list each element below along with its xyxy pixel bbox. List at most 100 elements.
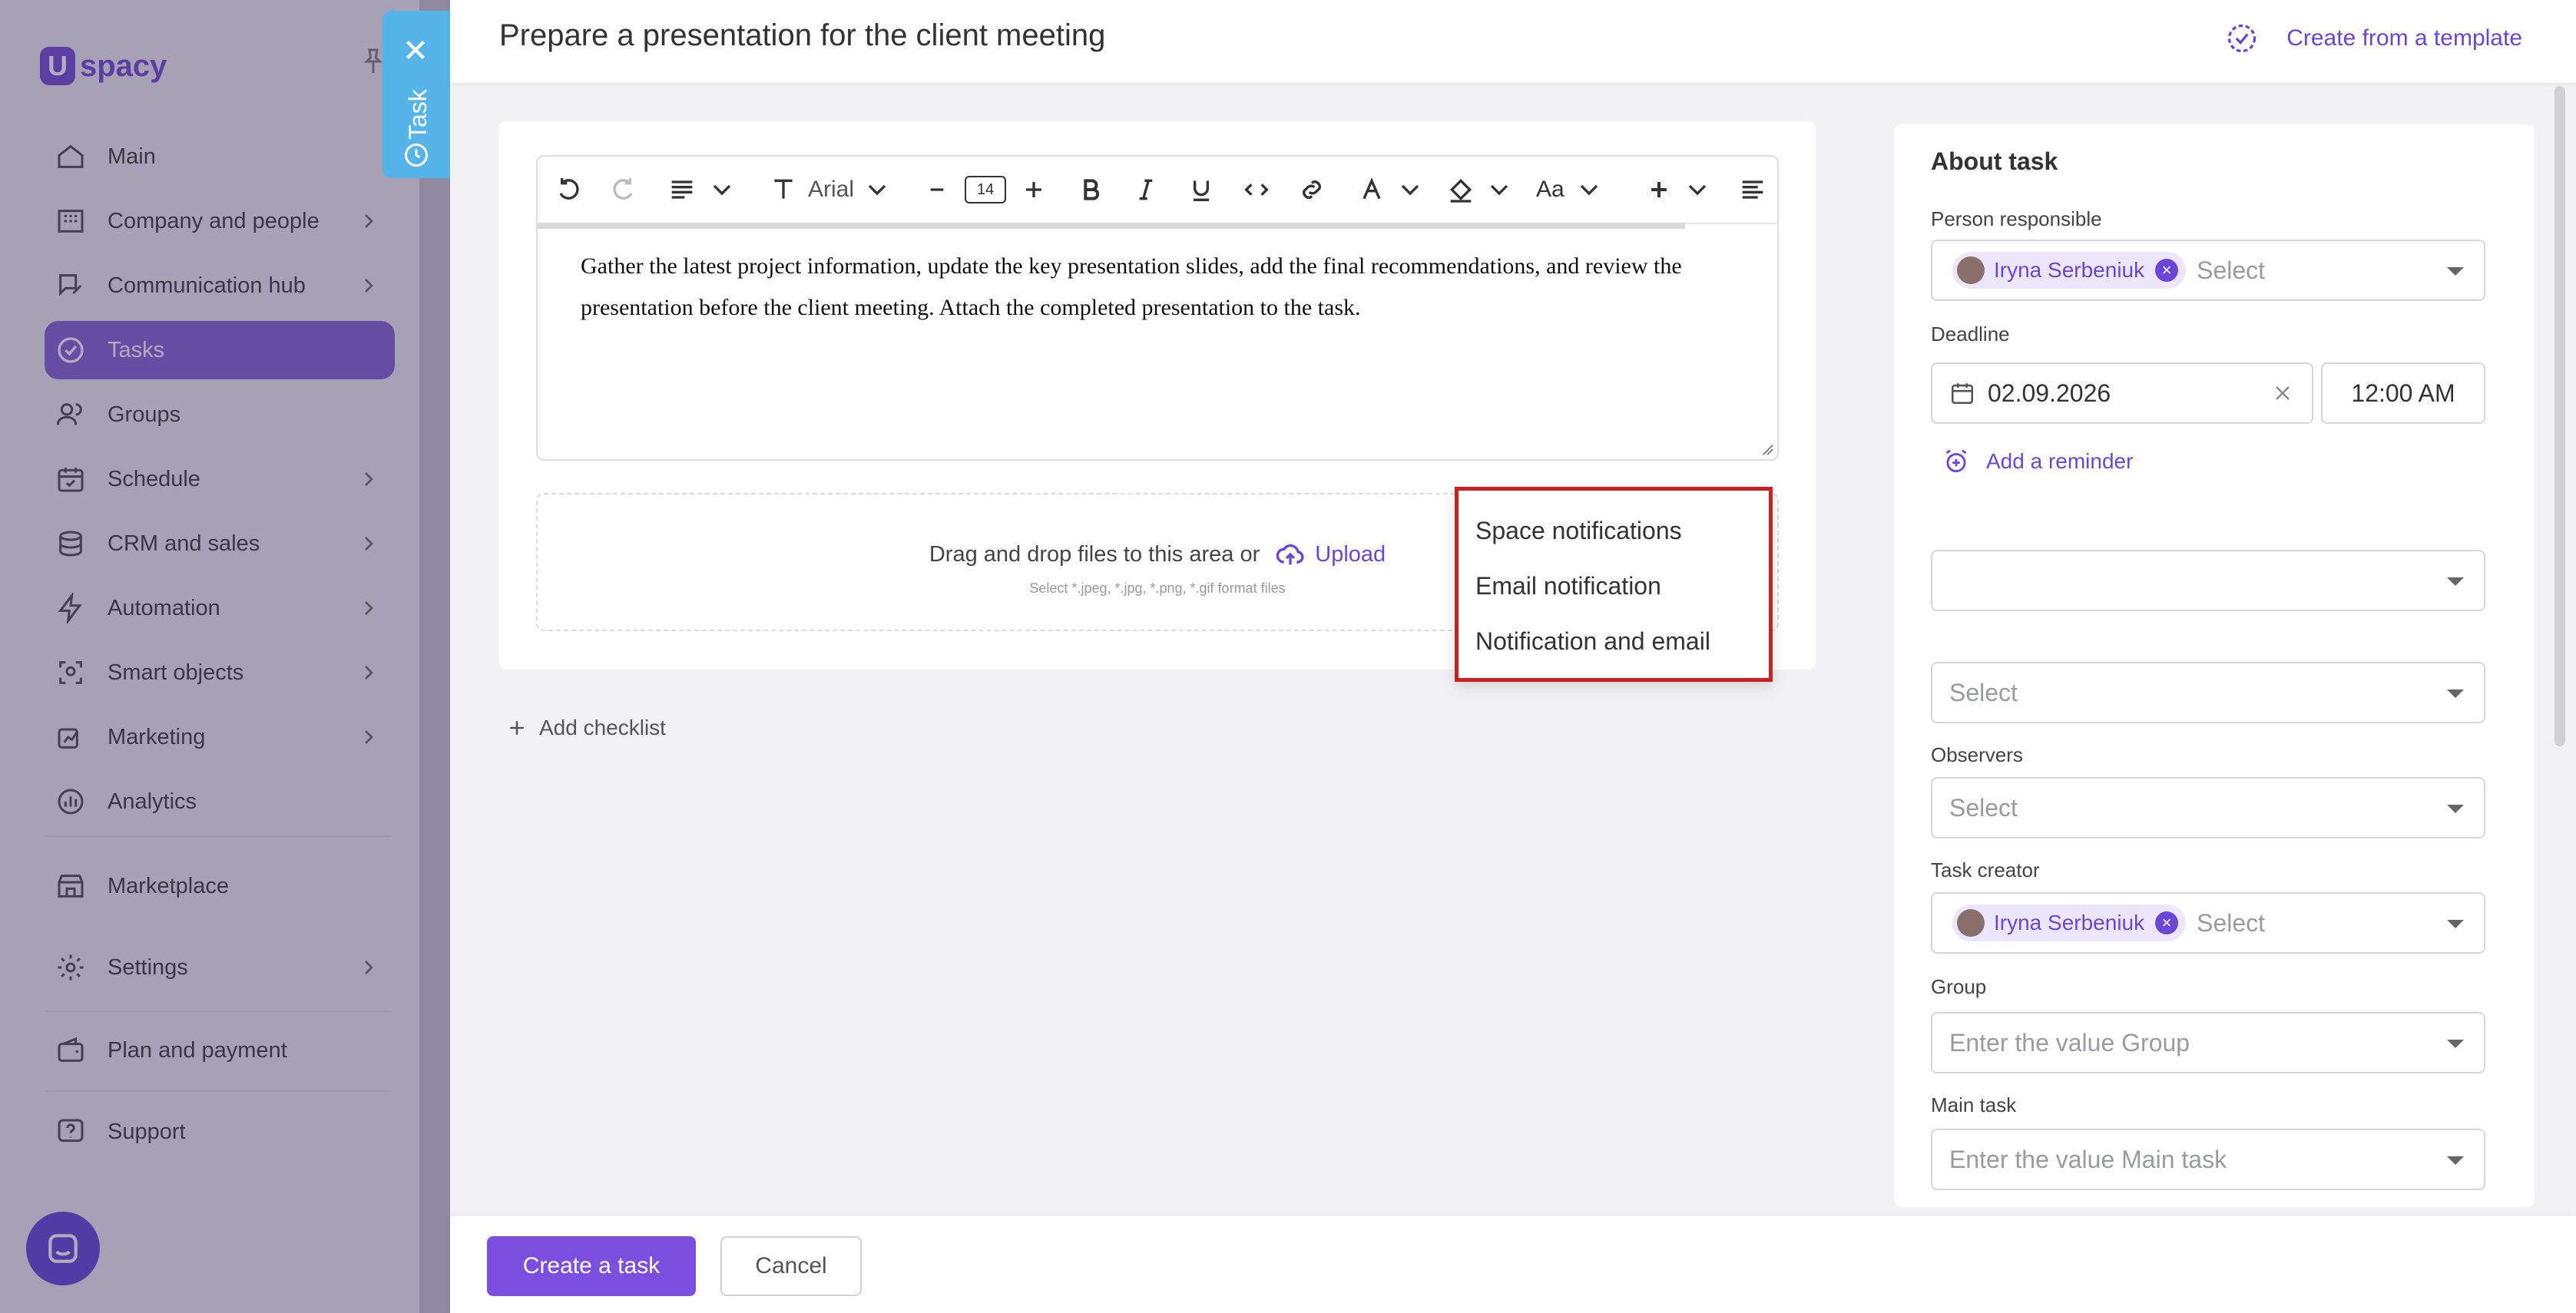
bold-button[interactable]	[1075, 172, 1106, 207]
caret-down-icon	[2447, 267, 2464, 276]
italic-button[interactable]	[1131, 172, 1161, 207]
caret-down-icon	[2447, 805, 2464, 813]
caret-down-icon	[2447, 690, 2464, 698]
caret-down-icon	[2447, 1156, 2464, 1165]
deadline-date-input[interactable]: 02.09.2026	[1931, 362, 2313, 424]
panel-footer: Create a task Cancel	[450, 1216, 2576, 1313]
additional-select[interactable]: Select	[1931, 662, 2485, 723]
text-color-dropdown[interactable]	[1356, 172, 1425, 207]
text-case-dropdown[interactable]: Aa	[1536, 172, 1604, 207]
cancel-button[interactable]: Cancel	[720, 1236, 862, 1296]
underline-button[interactable]	[1186, 172, 1217, 207]
align-dropdown[interactable]	[667, 172, 737, 207]
font-family-dropdown[interactable]: Arial	[768, 172, 892, 207]
group-select[interactable]: Enter the value Group	[1931, 1012, 2485, 1073]
user-chip: Iryna Serbeniuk ×	[1952, 905, 2187, 941]
chevron-down-icon	[713, 184, 731, 196]
upload-label: Upload	[1315, 541, 1386, 567]
avatar	[1957, 909, 1985, 937]
italic-icon	[1139, 179, 1153, 200]
redo-icon	[613, 178, 633, 200]
group-placeholder: Enter the value Group	[1949, 1028, 2190, 1057]
add-checklist-button[interactable]: Add checklist	[505, 716, 666, 740]
bold-icon	[1084, 179, 1100, 200]
rich-text-editor: Arial 14 Aa Gather the latest project in…	[536, 155, 1779, 461]
remove-user-icon[interactable]: ×	[2155, 911, 2179, 934]
highlight-color-dropdown[interactable]	[1445, 172, 1515, 207]
description-text[interactable]: Gather the latest project information, u…	[581, 246, 1733, 329]
clear-icon[interactable]	[2270, 381, 2295, 405]
paint-bucket-icon	[1449, 178, 1472, 203]
group-label: Group	[1931, 975, 1987, 998]
caret-down-icon	[2447, 577, 2464, 586]
panel-header: Prepare a presentation for the client me…	[450, 0, 2576, 83]
task-creator-label: Task creator	[1931, 858, 2040, 881]
select-placeholder: Select	[1949, 793, 2018, 822]
chevron-down-icon	[1490, 184, 1508, 196]
font-size-value: 14	[965, 176, 1006, 203]
observers-select[interactable]: Select	[1931, 777, 2485, 838]
about-task-card: About task Person responsible Iryna Serb…	[1894, 124, 2535, 1207]
font-family-value: Arial	[808, 177, 855, 202]
link-icon	[1303, 180, 1321, 199]
close-icon[interactable]	[399, 34, 432, 66]
redo-button[interactable]	[608, 172, 639, 207]
main-task-placeholder: Enter the value Main task	[1949, 1145, 2227, 1173]
upload-link[interactable]: Upload	[1275, 539, 1386, 570]
user-chip: Iryna Serbeniuk ×	[1952, 252, 2187, 289]
deadline-label: Deadline	[1931, 322, 2010, 346]
task-side-tab[interactable]: Task	[382, 11, 450, 178]
create-task-button[interactable]: Create a task	[487, 1236, 696, 1296]
plus-icon	[1651, 182, 1667, 197]
add-reminder-button[interactable]: Add a reminder	[1942, 447, 2133, 476]
align-left-icon	[1742, 180, 1763, 199]
font-size-increase-button[interactable]	[1018, 172, 1049, 207]
resize-handle-icon[interactable]	[1760, 442, 1774, 456]
link-button[interactable]	[1296, 172, 1327, 207]
font-size-decrease-button[interactable]	[922, 172, 952, 207]
main-task-label: Main task	[1931, 1093, 2017, 1116]
select-placeholder: Select	[1949, 678, 2018, 706]
backdrop-edge	[419, 0, 450, 1313]
user-chip-name: Iryna Serbeniuk	[1994, 911, 2145, 934]
text-case-label: Aa	[1536, 177, 1564, 202]
template-link-label: Create from a template	[2286, 25, 2522, 51]
modal-backdrop[interactable]	[0, 0, 450, 1313]
person-responsible-select[interactable]: Iryna Serbeniuk × Select	[1931, 240, 2485, 301]
plus-icon	[1026, 182, 1041, 197]
align-justify-icon	[671, 180, 693, 199]
calendar-icon	[1951, 383, 1974, 405]
deadline-time-input[interactable]: 12:00 AM	[2321, 362, 2485, 424]
code-button[interactable]	[1241, 172, 1272, 207]
page-title[interactable]: Prepare a presentation for the client me…	[499, 18, 1105, 53]
select-placeholder: Select	[2197, 256, 2266, 284]
undo-button[interactable]	[553, 172, 584, 207]
plus-icon	[510, 721, 524, 735]
undo-icon	[559, 178, 579, 200]
panel-scrollbar[interactable]	[2554, 86, 2565, 746]
select-placeholder: Select	[2197, 908, 2266, 937]
dropzone-text: Drag and drop files to this area or	[929, 541, 1260, 567]
toolbar-scrollbar[interactable]	[538, 223, 1685, 229]
remove-user-icon[interactable]: ×	[2155, 259, 2179, 282]
minus-icon	[930, 188, 944, 191]
deadline-time-value: 12:00 AM	[2351, 379, 2455, 407]
align-left-button[interactable]	[1737, 172, 1768, 207]
create-from-template-link[interactable]: Create from a template	[2225, 21, 2522, 55]
dropdown-option-space-notifications[interactable]: Space notifications	[1475, 517, 1682, 545]
person-responsible-label: Person responsible	[1931, 207, 2102, 230]
chevron-down-icon	[1401, 184, 1419, 196]
chevron-down-icon	[868, 184, 886, 196]
chevron-down-icon	[1580, 184, 1598, 196]
dropdown-option-email-notification[interactable]: Email notification	[1475, 572, 1661, 600]
insert-dropdown[interactable]	[1644, 172, 1713, 207]
main-task-select[interactable]: Enter the value Main task	[1931, 1129, 2485, 1190]
add-checklist-label: Add checklist	[539, 716, 666, 739]
task-tab-label: Task	[404, 89, 432, 140]
dropdown-option-notification-and-email[interactable]: Notification and email	[1475, 627, 1710, 656]
reminder-type-select[interactable]	[1931, 550, 2485, 611]
font-size-input[interactable]: 14	[965, 172, 1006, 207]
task-creator-select[interactable]: Iryna Serbeniuk × Select	[1931, 892, 2485, 954]
deadline-date-value: 02.09.2026	[1988, 379, 2111, 407]
reminder-type-dropdown: Space notifications Email notification N…	[1455, 487, 1773, 682]
